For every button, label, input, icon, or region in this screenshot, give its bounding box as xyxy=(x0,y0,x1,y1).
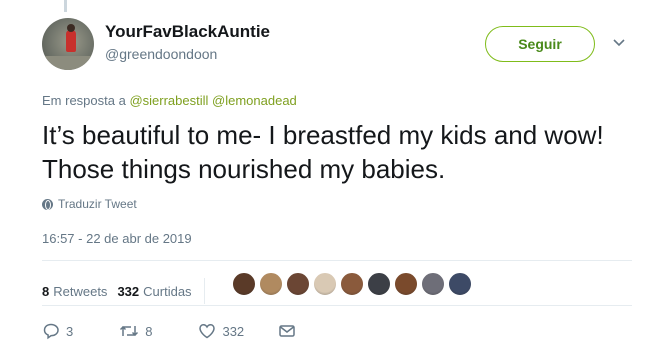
liker-avatar[interactable] xyxy=(421,272,445,296)
liker-avatars xyxy=(232,272,472,296)
action-bar: 3 8 332 xyxy=(42,322,296,340)
retweets-stat[interactable]: 8 Retweets xyxy=(42,284,107,299)
stats-divider-bottom xyxy=(42,305,632,306)
avatar-ground xyxy=(42,56,94,70)
heart-icon xyxy=(199,324,216,339)
likes-stat[interactable]: 332 Curtidas xyxy=(117,284,191,299)
likes-label: Curtidas xyxy=(143,283,192,299)
translate-tweet-link[interactable]: Traduzir Tweet xyxy=(42,197,137,211)
reply-context: Em resposta a @sierrabestill @lemonadead xyxy=(42,93,297,108)
liker-avatar[interactable] xyxy=(367,272,391,296)
thread-connector-line xyxy=(64,0,67,12)
stats-separator xyxy=(203,278,205,304)
retweets-count: 8 xyxy=(42,283,50,299)
reply-action[interactable]: 3 xyxy=(42,322,73,340)
liker-avatar[interactable] xyxy=(448,272,472,296)
retweet-action[interactable]: 8 xyxy=(119,322,152,340)
follow-button[interactable]: Seguir xyxy=(485,26,595,62)
user-handle[interactable]: @greendoondoon xyxy=(105,46,217,62)
avatar[interactable] xyxy=(42,18,94,70)
liker-avatar[interactable] xyxy=(313,272,337,296)
retweet-icon xyxy=(120,325,139,337)
tweet-timestamp[interactable]: 16:57 - 22 de abr de 2019 xyxy=(42,231,192,246)
retweets-label: Retweets xyxy=(53,283,108,299)
avatar-figure-head xyxy=(67,24,75,32)
avatar-figure xyxy=(66,30,76,52)
stats-divider-top xyxy=(42,260,632,261)
reply-prefix: Em resposta a xyxy=(42,93,126,108)
reply-mention-1[interactable]: @sierrabestill xyxy=(129,93,208,108)
reply-icon xyxy=(43,323,59,340)
envelope-icon xyxy=(279,325,295,337)
liker-avatar[interactable] xyxy=(286,272,310,296)
globe-icon xyxy=(42,198,53,210)
tweet-stats: 8 Retweets 332 Curtidas xyxy=(42,278,217,304)
retweet-count: 8 xyxy=(145,323,153,339)
reply-count: 3 xyxy=(66,323,74,339)
like-action[interactable]: 332 xyxy=(198,322,244,340)
liker-avatar[interactable] xyxy=(232,272,256,296)
chevron-down-icon[interactable] xyxy=(612,36,626,50)
liker-avatar[interactable] xyxy=(259,272,283,296)
like-count: 332 xyxy=(222,323,245,339)
liker-avatar[interactable] xyxy=(394,272,418,296)
reply-mention-2[interactable]: @lemonadead xyxy=(212,93,297,108)
translate-label: Traduzir Tweet xyxy=(58,197,137,211)
tweet-text: It’s beautiful to me- I breastfed my kid… xyxy=(42,120,604,184)
liker-avatar[interactable] xyxy=(340,272,364,296)
likes-count: 332 xyxy=(117,283,140,299)
display-name[interactable]: YourFavBlackAuntie xyxy=(105,22,270,42)
direct-message-action[interactable] xyxy=(278,322,296,340)
